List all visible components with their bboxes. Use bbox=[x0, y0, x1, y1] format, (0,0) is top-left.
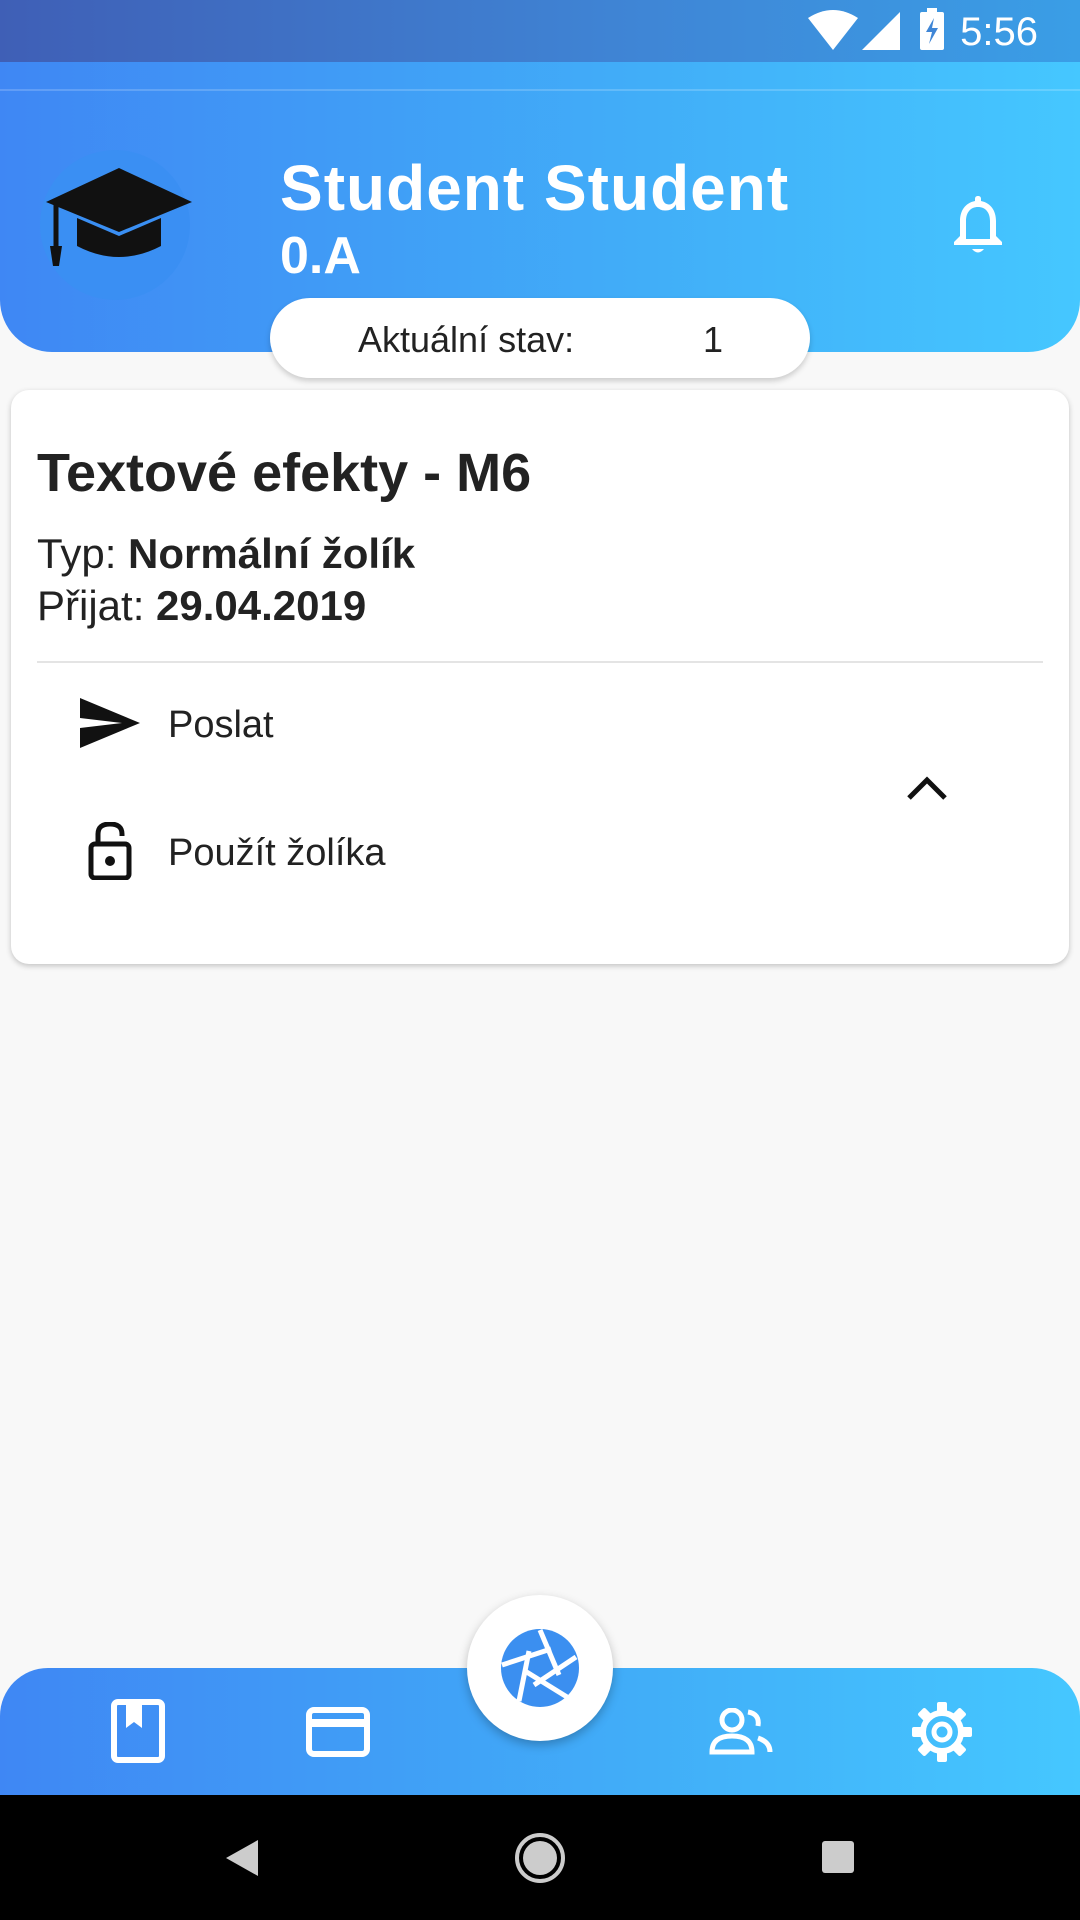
type-value: Normální žolík bbox=[128, 530, 416, 577]
card-icon[interactable] bbox=[306, 1707, 370, 1757]
book-icon[interactable] bbox=[110, 1698, 166, 1764]
card-divider bbox=[37, 661, 1043, 663]
user-name: Student Student bbox=[280, 152, 790, 224]
user-class: 0.A bbox=[280, 227, 361, 285]
received-row: Přijat: 29.04.2019 bbox=[37, 580, 366, 632]
back-icon[interactable] bbox=[224, 1838, 260, 1878]
camera-aperture-icon bbox=[501, 1629, 579, 1707]
use-joker-label: Použít žolíka bbox=[168, 832, 386, 874]
received-value: 29.04.2019 bbox=[156, 582, 367, 629]
chevron-up-icon[interactable] bbox=[905, 772, 949, 802]
current-state-label: Aktuální stav: bbox=[358, 319, 575, 360]
status-bar bbox=[0, 0, 1080, 62]
current-state-value: 1 bbox=[703, 319, 724, 360]
send-label: Poslat bbox=[168, 704, 274, 746]
header-divider bbox=[0, 89, 1080, 91]
use-joker-action[interactable]: Použít žolíka bbox=[70, 818, 770, 888]
type-row: Typ: Normální žolík bbox=[37, 528, 415, 580]
send-icon bbox=[80, 698, 140, 748]
graduation-cap-icon bbox=[46, 168, 192, 266]
recents-icon[interactable] bbox=[821, 1840, 855, 1874]
status-time: 5:56 bbox=[960, 10, 1038, 54]
home-icon[interactable] bbox=[514, 1832, 566, 1884]
card-title: Textové efekty - M6 bbox=[37, 443, 532, 503]
battery-icon bbox=[920, 8, 944, 50]
wifi-icon bbox=[808, 10, 858, 50]
people-icon[interactable] bbox=[708, 1708, 774, 1756]
notification-bell-icon[interactable] bbox=[950, 192, 1006, 256]
type-label: Typ: bbox=[37, 530, 117, 577]
lock-open-icon bbox=[88, 822, 132, 880]
received-label: Přijat: bbox=[37, 582, 145, 629]
settings-icon[interactable] bbox=[910, 1700, 974, 1764]
signal-icon bbox=[862, 12, 900, 50]
send-action[interactable]: Poslat bbox=[70, 690, 770, 760]
